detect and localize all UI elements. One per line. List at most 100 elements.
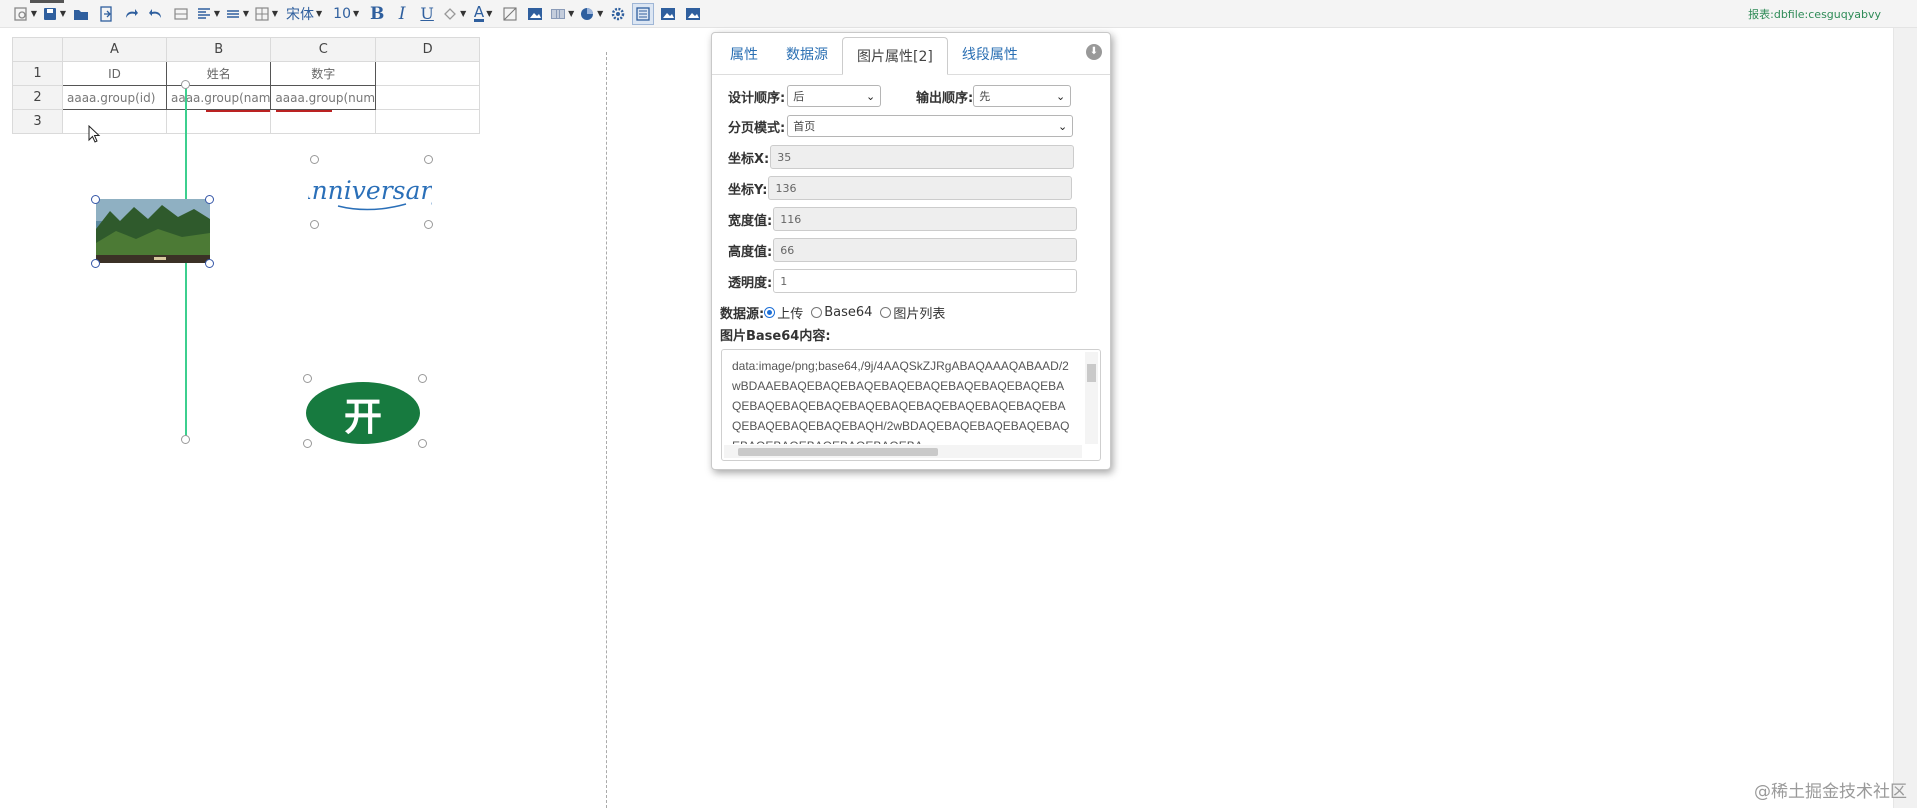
kai-handle-tr[interactable]: [418, 374, 427, 383]
cell-b3[interactable]: [165, 109, 272, 134]
design-order-select[interactable]: 后 ⌄: [787, 85, 882, 107]
clear-format-icon[interactable]: [499, 3, 521, 25]
tab-line-properties[interactable]: 线段属性: [948, 36, 1032, 74]
barcode-icon[interactable]: ▼: [549, 3, 575, 25]
anniv-handle-bl[interactable]: [310, 220, 319, 229]
coord-x-input[interactable]: 35: [770, 145, 1075, 169]
radio-base64[interactable]: Base64: [811, 305, 872, 320]
anniv-handle-tr[interactable]: [424, 155, 433, 164]
border-icon[interactable]: ▼: [253, 3, 279, 25]
cell-d1[interactable]: [375, 61, 481, 86]
line-handle-bottom[interactable]: [181, 435, 190, 444]
cell-c1[interactable]: 数字: [270, 61, 377, 86]
font-color-icon[interactable]: A ▼: [470, 3, 496, 25]
cell-c2[interactable]: aaaa.group(num: [270, 85, 377, 110]
font-size-select[interactable]: 10 ▼: [329, 3, 363, 25]
radio-image-list[interactable]: 图片列表: [880, 303, 945, 322]
textarea-vscroll[interactable]: [1085, 352, 1098, 444]
valign-icon[interactable]: ▼: [224, 3, 250, 25]
image-handle-br[interactable]: [205, 259, 214, 268]
opacity-label: 透明度:: [728, 275, 773, 291]
column-header-d[interactable]: D: [375, 37, 481, 62]
column-header-c[interactable]: C: [270, 37, 377, 62]
kai-handle-tl[interactable]: [303, 374, 312, 383]
kai-badge-image[interactable]: 开: [306, 382, 420, 444]
toolbar: ▼ ▼ ▼ ▼ ▼ 宋体 ▼ 10 ▼ B I U ▼ A ▼ ▼ ▼ 报表:d…: [0, 0, 1917, 28]
redo-icon[interactable]: [120, 3, 142, 25]
image-handle-bl[interactable]: [91, 259, 100, 268]
tab-datasource[interactable]: 数据源: [772, 36, 842, 74]
insert-image-icon[interactable]: [524, 3, 546, 25]
anniv-handle-tl[interactable]: [310, 155, 319, 164]
cell-a2[interactable]: aaaa.group(id): [62, 85, 167, 110]
output-order-row: 输出顺序: 先 ⌄: [916, 84, 1072, 108]
italic-button[interactable]: I: [391, 3, 413, 25]
export-icon[interactable]: [95, 3, 117, 25]
output-order-label: 输出顺序:: [916, 90, 974, 106]
grid-corner[interactable]: [12, 37, 63, 62]
row-header-1[interactable]: 1: [12, 61, 63, 86]
landscape-image[interactable]: [96, 199, 210, 263]
base64-textarea[interactable]: data:image/png;base64,/9j/4AAQSkZJRgABAQ…: [721, 349, 1101, 461]
column-header-a[interactable]: A: [62, 37, 167, 62]
height-input[interactable]: 66: [773, 238, 1078, 262]
underline-button[interactable]: U: [416, 3, 438, 25]
cell-d3[interactable]: [375, 109, 481, 134]
cell-a3[interactable]: [62, 109, 167, 134]
output-order-value: 先: [979, 90, 991, 103]
radio-upload[interactable]: 上传: [764, 303, 803, 322]
line-handle-top[interactable]: [181, 80, 190, 89]
page-mode-label: 分页模式:: [728, 120, 786, 136]
cell-c3[interactable]: [270, 109, 377, 134]
image-landscape-icon[interactable]: [682, 3, 704, 25]
align-left-icon[interactable]: ▼: [195, 3, 221, 25]
chart-icon[interactable]: ▼: [578, 3, 604, 25]
settings-gear-icon[interactable]: [607, 3, 629, 25]
fill-color-icon[interactable]: ▼: [441, 3, 467, 25]
anniv-handle-br[interactable]: [424, 220, 433, 229]
font-name-select[interactable]: 宋体 ▼: [282, 3, 326, 25]
image-handle-tr[interactable]: [205, 195, 214, 204]
vertical-scrollbar[interactable]: [1893, 28, 1917, 808]
width-input[interactable]: 116: [773, 207, 1078, 231]
design-order-value: 后: [793, 90, 805, 103]
width-label: 宽度值:: [728, 213, 773, 229]
output-order-select[interactable]: 先 ⌄: [973, 85, 1072, 107]
image-gallery-icon[interactable]: [657, 3, 679, 25]
row-header-3[interactable]: 3: [12, 109, 63, 134]
chevron-down-icon: ⌄: [1057, 119, 1068, 133]
cell-d2[interactable]: [375, 85, 481, 110]
panel-tabs: 属性 数据源 图片属性[2] 线段属性 ⬇: [712, 33, 1110, 75]
datasource-row: 数据源: 上传 Base64 图片列表: [720, 300, 953, 324]
coord-y-row: 坐标Y: 136: [728, 176, 1073, 200]
page-mode-select[interactable]: 首页 ⌄: [787, 115, 1074, 137]
opacity-input[interactable]: 1: [773, 269, 1078, 293]
cell-a1[interactable]: ID: [62, 61, 167, 86]
base64-content: data:image/png;base64,/9j/4AAQSkZJRgABAQ…: [732, 359, 1070, 444]
watermark-text: @稀土掘金技术社区: [1754, 782, 1907, 802]
open-folder-icon[interactable]: [70, 3, 92, 25]
coord-y-input[interactable]: 136: [768, 176, 1073, 200]
anniversary-logo-image[interactable]: Anniversary: [292, 168, 447, 216]
properties-panel-icon[interactable]: [632, 2, 655, 25]
preview-icon[interactable]: ▼: [12, 3, 38, 25]
bold-button[interactable]: B: [366, 3, 388, 25]
column-header-b[interactable]: B: [165, 37, 272, 62]
kai-handle-br[interactable]: [418, 439, 427, 448]
kai-char: 开: [343, 394, 382, 439]
coord-x-row: 坐标X: 35: [728, 145, 1075, 169]
tab-image-properties[interactable]: 图片属性[2]: [842, 37, 948, 75]
tab-properties[interactable]: 属性: [716, 36, 772, 74]
kai-handle-bl[interactable]: [303, 439, 312, 448]
row-header-2[interactable]: 2: [12, 85, 63, 110]
coord-x-label: 坐标X:: [728, 151, 770, 167]
image-handle-tl[interactable]: [91, 195, 100, 204]
textarea-hscroll[interactable]: [724, 445, 1082, 458]
cell-b2[interactable]: aaaa.group(nam: [165, 85, 272, 110]
merge-cells-icon[interactable]: [170, 3, 192, 25]
save-icon[interactable]: ▼: [41, 3, 67, 25]
collapse-panel-icon[interactable]: ⬇: [1086, 44, 1102, 60]
undo-icon[interactable]: [145, 3, 167, 25]
width-row: 宽度值: 116: [728, 207, 1078, 231]
font-color-letter: A: [473, 3, 485, 22]
